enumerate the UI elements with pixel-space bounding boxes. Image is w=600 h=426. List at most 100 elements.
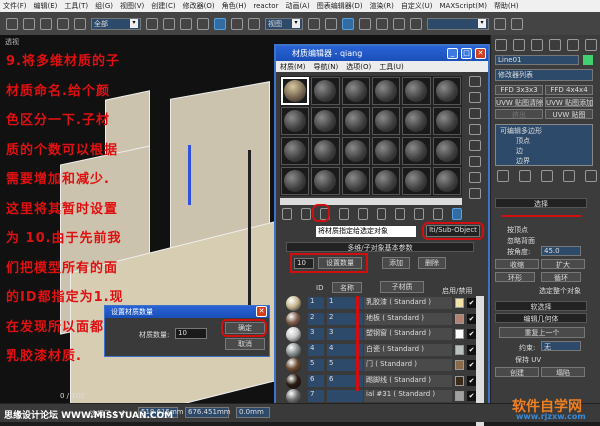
id-field[interactable]: 1 (308, 297, 324, 309)
copy-material-icon[interactable] (357, 208, 368, 220)
reset-icon[interactable] (338, 208, 349, 220)
sample-slot[interactable] (281, 137, 310, 165)
options-icon[interactable] (469, 172, 481, 183)
close-icon[interactable]: ✕ (475, 48, 486, 59)
show-map-icon[interactable] (433, 208, 444, 220)
menu-views[interactable]: 视图(V) (120, 1, 144, 11)
stack-item-border[interactable]: 边界 (516, 156, 530, 166)
constraint-dropdown[interactable]: 无 (541, 341, 581, 351)
color-swatch[interactable] (455, 391, 464, 401)
name-field[interactable] (327, 390, 363, 402)
create-tab-icon[interactable] (495, 39, 507, 51)
enable-checkbox[interactable]: ✔ (467, 375, 476, 386)
sample-slot[interactable] (402, 167, 431, 195)
motion-tab-icon[interactable] (549, 39, 561, 51)
menu-edit[interactable]: 编辑(E) (34, 1, 58, 11)
header-sub-material[interactable]: 子材质 (380, 281, 424, 293)
show-end-result-icon[interactable] (452, 208, 463, 220)
id-field[interactable]: 7 (308, 390, 324, 402)
menu-help[interactable]: 帮助(H) (494, 1, 519, 11)
by-angle-checkbox[interactable]: 按角度: (507, 247, 530, 257)
sample-slot[interactable] (341, 107, 370, 135)
enable-checkbox[interactable]: ✔ (467, 298, 476, 308)
rollout-selection[interactable]: 选择 (495, 198, 587, 208)
uvw-clear-button[interactable]: UVW 贴图清除 (495, 97, 543, 107)
sample-slot[interactable] (341, 167, 370, 195)
reference-coord-dropdown[interactable]: 视图 ▾ (265, 17, 303, 30)
enable-checkbox[interactable]: ✔ (467, 313, 476, 324)
display-tab-icon[interactable] (567, 39, 579, 51)
sample-slot[interactable] (281, 77, 310, 105)
add-button[interactable]: 添加 (382, 257, 410, 269)
modifier-stack[interactable]: 可编辑多边形 顶点 边 边界 (495, 124, 593, 166)
menu-group[interactable]: 组(G) (95, 1, 113, 11)
mirror-icon[interactable] (494, 17, 506, 30)
pivot-icon[interactable] (308, 17, 320, 30)
sample-slot[interactable] (311, 137, 340, 165)
minimize-icon[interactable]: _ (447, 48, 458, 59)
pin-stack-icon[interactable] (497, 170, 509, 182)
link-icon[interactable] (40, 17, 52, 30)
sample-type-icon[interactable] (469, 76, 481, 87)
menu-customize[interactable]: 自定义(U) (401, 1, 433, 11)
sample-slot[interactable] (281, 167, 310, 195)
redo-icon[interactable] (23, 17, 35, 30)
get-material-icon[interactable] (282, 208, 292, 220)
by-vertex-checkbox[interactable]: 按顶点 (507, 225, 528, 235)
rotate-icon[interactable] (231, 17, 243, 30)
sub-material-button[interactable]: 踢脚线 ( Standard ) (364, 374, 452, 387)
sample-slot[interactable] (281, 107, 310, 135)
undo-icon[interactable] (6, 17, 18, 30)
menu-material[interactable]: 材质(M) (280, 62, 306, 72)
menu-reactor[interactable]: reactor (253, 2, 278, 10)
material-preview[interactable] (286, 311, 301, 327)
named-selection-dropdown[interactable]: ▾ (427, 17, 489, 30)
repeat-last-button[interactable]: 重复上一个 (499, 327, 585, 338)
sub-material-button[interactable]: ial #31 ( Standard ) (364, 390, 452, 402)
color-swatch[interactable] (455, 375, 464, 386)
hierarchy-tab-icon[interactable] (531, 39, 543, 51)
enable-checkbox[interactable]: ✔ (467, 360, 476, 370)
sub-material-button[interactable]: 地板 ( Standard ) (364, 312, 452, 325)
material-preview[interactable] (286, 358, 301, 373)
sample-slot[interactable] (341, 137, 370, 165)
scale-icon[interactable] (248, 17, 260, 30)
select-icon[interactable] (146, 17, 158, 30)
color-swatch[interactable] (455, 298, 464, 308)
id-field[interactable]: 3 (308, 328, 324, 340)
material-count-input[interactable]: 10 (175, 328, 207, 339)
ignore-backfacing-checkbox[interactable]: 忽略背面 (507, 236, 535, 246)
menu-utilities[interactable]: 工具(U) (379, 62, 404, 72)
enable-checkbox[interactable]: ✔ (467, 344, 476, 355)
material-preview[interactable] (286, 389, 301, 404)
sub-material-button[interactable]: 门 ( Standard ) (364, 359, 452, 371)
color-swatch[interactable] (455, 360, 464, 370)
material-id-icon[interactable] (414, 208, 425, 220)
color-swatch[interactable] (455, 329, 464, 339)
spinner-snap-icon[interactable] (393, 17, 405, 30)
make-unique-icon[interactable] (376, 208, 387, 220)
make-preview-icon[interactable] (469, 156, 481, 167)
angle-input[interactable]: 45.0 (541, 246, 581, 256)
region-select-icon[interactable] (180, 17, 192, 30)
make-unique-icon[interactable] (541, 170, 553, 182)
id-field[interactable]: 2 (308, 312, 324, 325)
menu-tools[interactable]: 工具(T) (64, 1, 88, 11)
time-slider[interactable]: 0 / 100 (60, 392, 85, 400)
sample-slot[interactable] (311, 77, 340, 105)
sample-slot[interactable] (372, 167, 401, 195)
modify-tab-icon[interactable] (513, 39, 525, 51)
sample-slot[interactable] (372, 77, 401, 105)
angle-snap-icon[interactable] (359, 17, 371, 30)
material-preview[interactable] (286, 327, 301, 342)
utilities-tab-icon[interactable] (585, 39, 597, 51)
header-name[interactable]: 名称 (332, 282, 362, 293)
sample-slot[interactable] (311, 107, 340, 135)
sample-slot[interactable] (432, 77, 461, 105)
sub-material-button[interactable]: 白瓷 ( Standard ) (364, 343, 452, 356)
rollout-edit-geometry[interactable]: 编辑几何体 (495, 313, 587, 323)
sub-material-button[interactable]: 塑钢窗 ( Standard ) (364, 328, 452, 340)
horizontal-scrollbar[interactable] (280, 198, 462, 205)
sample-slot[interactable] (311, 167, 340, 195)
sample-slot[interactable] (372, 107, 401, 135)
